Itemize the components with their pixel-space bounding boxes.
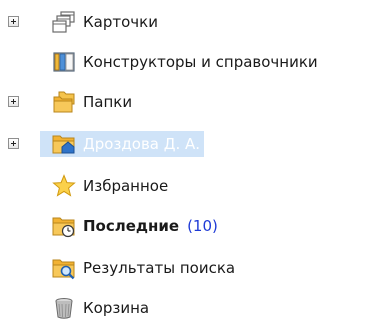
tree-item-favorites[interactable]: Избранное bbox=[52, 173, 168, 199]
tree-item-constructors[interactable]: Конструкторы и справочники bbox=[52, 49, 318, 75]
recent-folder-icon bbox=[52, 214, 76, 238]
tree-row-constructors: Конструкторы и справочники bbox=[0, 42, 389, 82]
tree-item-label: Конструкторы и справочники bbox=[83, 53, 318, 71]
tree-row-recent: Последние (10) bbox=[0, 206, 389, 246]
tree-row-trash: Корзина bbox=[0, 288, 389, 328]
expand-folders-button[interactable] bbox=[8, 96, 19, 107]
book-icon bbox=[52, 50, 76, 74]
tree-row-user: Дроздова Д. А. bbox=[0, 124, 389, 164]
tree-item-folders[interactable]: Папки bbox=[52, 89, 132, 115]
star-icon bbox=[52, 174, 76, 198]
cards-icon bbox=[52, 10, 76, 34]
tree-item-label: Последние bbox=[83, 217, 180, 235]
tree-row-folders: Папки bbox=[0, 82, 389, 122]
tree-row-cards: Карточки bbox=[0, 2, 389, 42]
tree-item-label: Корзина bbox=[83, 299, 150, 317]
tree-item-label: Карточки bbox=[83, 13, 158, 31]
tree-item-trash[interactable]: Корзина bbox=[52, 295, 149, 321]
tree-item-label: Результаты поиска bbox=[83, 259, 236, 277]
user-folder-icon bbox=[52, 132, 76, 156]
tree-item-recent[interactable]: Последние (10) bbox=[52, 213, 218, 239]
tree-item-user[interactable]: Дроздова Д. А. bbox=[40, 131, 205, 157]
tree-item-label: Дроздова Д. А. bbox=[83, 135, 201, 153]
tree-item-label: Папки bbox=[83, 93, 133, 111]
expand-cards-button[interactable] bbox=[8, 16, 19, 27]
tree-row-search-results: Результаты поиска bbox=[0, 248, 389, 288]
item-count-badge: (10) bbox=[187, 217, 218, 235]
tree-item-label: Избранное bbox=[83, 177, 169, 195]
folders-icon bbox=[52, 90, 76, 114]
navigation-tree: Карточки Конструкторы и справочники Папк… bbox=[0, 0, 389, 320]
trash-icon bbox=[52, 296, 76, 320]
tree-item-search-results[interactable]: Результаты поиска bbox=[52, 255, 235, 281]
expand-user-button[interactable] bbox=[8, 138, 19, 149]
tree-row-favorites: Избранное bbox=[0, 166, 389, 206]
search-folder-icon bbox=[52, 256, 76, 280]
tree-item-cards[interactable]: Карточки bbox=[52, 9, 158, 35]
